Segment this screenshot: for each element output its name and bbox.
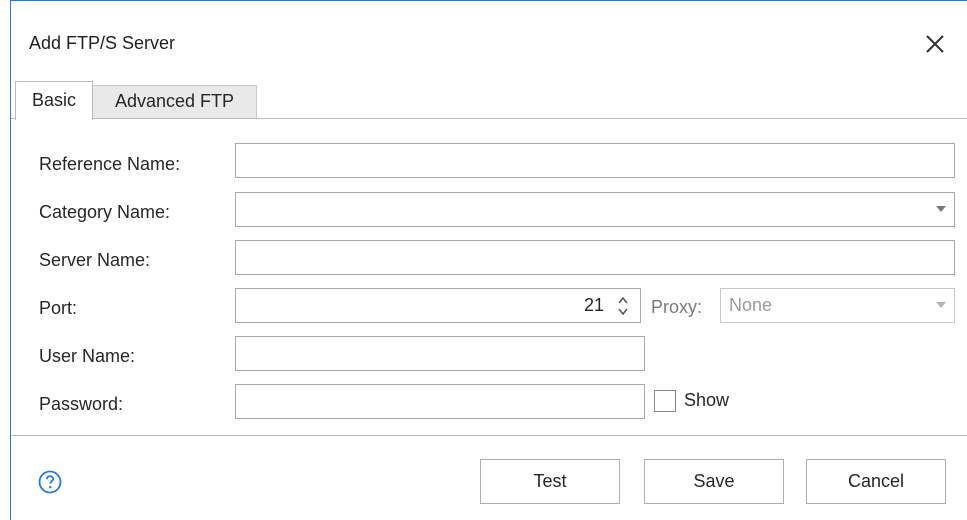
tab-basic-label: Basic: [31, 90, 76, 110]
server-name-input[interactable]: [236, 241, 954, 274]
show-password-label[interactable]: Show: [684, 390, 729, 411]
help-button[interactable]: [38, 470, 62, 494]
tab-advanced-ftp-label: Advanced FTP: [114, 91, 235, 111]
proxy-dropdown[interactable]: None: [720, 288, 955, 323]
password-field[interactable]: [235, 384, 645, 419]
close-button[interactable]: [915, 26, 955, 62]
port-stepper[interactable]: 21: [235, 288, 641, 323]
chevron-down-icon: [936, 206, 946, 212]
show-password-checkbox[interactable]: [654, 390, 676, 412]
password-label: Password:: [39, 394, 124, 414]
password-input[interactable]: [236, 385, 644, 418]
tab-advanced-ftp[interactable]: Advanced FTP: [93, 85, 257, 119]
proxy-label: Proxy:: [651, 297, 703, 317]
server-name-label: Server Name:: [39, 250, 151, 270]
server-name-field[interactable]: [235, 240, 955, 275]
proxy-value: None: [729, 295, 773, 315]
chevron-down-icon: [936, 302, 946, 308]
user-name-label: User Name:: [39, 346, 136, 366]
reference-name-input[interactable]: [236, 144, 954, 177]
test-button[interactable]: Test: [480, 459, 620, 504]
user-name-field[interactable]: [235, 336, 645, 371]
tab-basic[interactable]: Basic: [15, 81, 93, 120]
port-value: 21: [583, 295, 604, 315]
category-name-input[interactable]: [236, 193, 954, 226]
reference-name-label: Reference Name:: [39, 154, 181, 174]
reference-name-field[interactable]: [235, 143, 955, 178]
help-icon: [38, 470, 62, 494]
category-name-label: Category Name:: [39, 202, 171, 222]
footer-divider: [11, 435, 967, 436]
spinner-arrows-icon[interactable]: [616, 293, 630, 319]
tab-strip: Basic Advanced FTP: [11, 81, 967, 120]
port-label: Port:: [39, 298, 78, 318]
cancel-button[interactable]: Cancel: [806, 459, 946, 504]
add-ftp-server-dialog: Add FTP/S Server Basic Advanced FTP Refe…: [10, 0, 967, 520]
dialog-title: Add FTP/S Server: [29, 33, 176, 53]
save-button[interactable]: Save: [644, 459, 784, 504]
title-bar: Add FTP/S Server: [11, 1, 967, 79]
user-name-input[interactable]: [236, 337, 644, 370]
category-name-dropdown[interactable]: [235, 192, 955, 227]
close-icon: [926, 35, 944, 53]
